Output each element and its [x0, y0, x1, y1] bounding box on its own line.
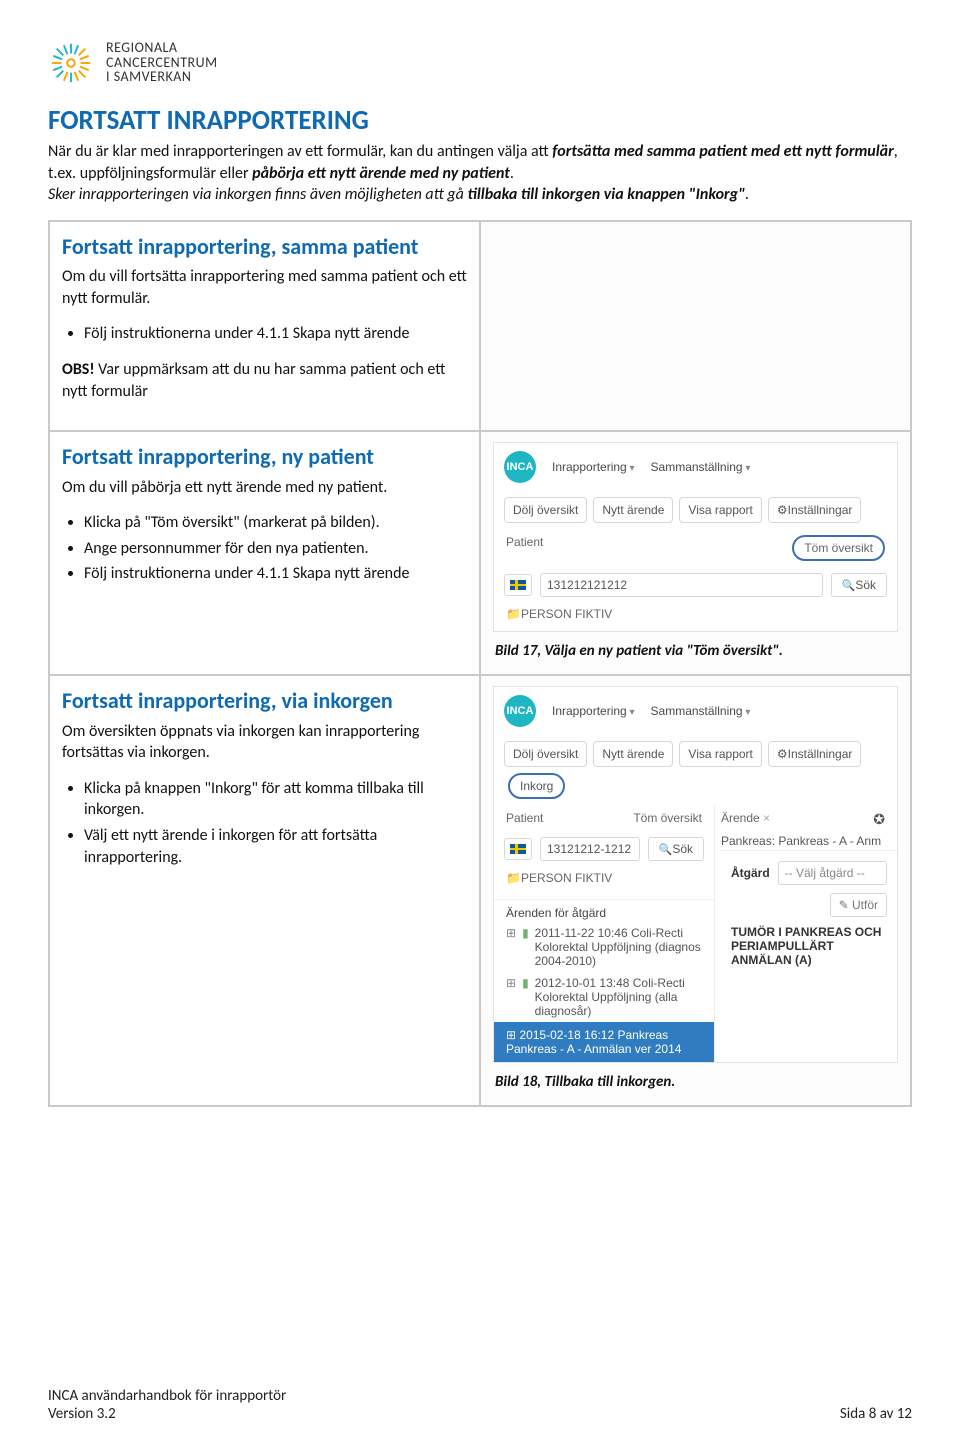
flag-se-icon[interactable]: [504, 838, 532, 860]
btn-inkorg-highlighted[interactable]: Inkorg: [508, 773, 565, 799]
expand-icon[interactable]: ⊞: [506, 976, 516, 990]
doc-icon: ▮: [522, 976, 529, 990]
label-patient: Patient: [506, 535, 543, 561]
section-body: Om du vill fortsätta inrapportering med …: [62, 266, 467, 309]
pnr-input[interactable]: 131212121212: [540, 573, 823, 597]
inca-logo-icon: INCA: [504, 451, 536, 483]
patient-name: PERSON FIKTIV: [494, 603, 897, 631]
btn-installningar[interactable]: Inställningar: [768, 741, 861, 767]
label-patient: Patient: [506, 811, 543, 825]
figure-caption: Bild 17, Välja en ny patient via "Töm öv…: [495, 642, 898, 660]
content-grid: Fortsatt inrapportering, samma patient O…: [48, 220, 912, 1107]
label-arende: Ärende ×: [721, 811, 770, 828]
atgard-label: Åtgärd: [731, 862, 770, 884]
bullet-list: Klicka på "Töm översikt" (markerat på bi…: [84, 512, 467, 585]
bullet-list: Följ instruktionerna under 4.1.1 Skapa n…: [84, 323, 467, 345]
figure-caption: Bild 18, Tillbaka till inkorgen.: [495, 1073, 898, 1091]
utfor-button[interactable]: ✎ Utför: [830, 893, 887, 917]
obs-note: OBS! Var uppmärksam att du nu har samma …: [62, 359, 467, 402]
arende-crumb: Pankreas: Pankreas - A - Anm: [721, 834, 897, 848]
btn-tom-oversikt[interactable]: Töm översikt: [633, 811, 702, 825]
sok-button[interactable]: Sök: [648, 837, 704, 861]
arende-item[interactable]: ⊞ ▮ 2011-11-22 10:46 Coli-Recti Kolorekt…: [494, 922, 714, 972]
expand-all-icon[interactable]: ✪: [873, 811, 885, 828]
list-item: Följ instruktionerna under 4.1.1 Skapa n…: [84, 563, 467, 585]
pnr-input[interactable]: 13121212-1212: [540, 837, 640, 861]
org-name-line: I SAMVERKAN: [106, 70, 218, 85]
arenden-heading: Ärenden för åtgärd: [494, 900, 714, 922]
btn-tom-oversikt-highlighted[interactable]: Töm översikt: [792, 535, 885, 561]
footer-doc-title: INCA användarhandbok för inrapportör: [48, 1387, 286, 1405]
btn-dolj-oversikt[interactable]: Dölj översikt: [504, 497, 587, 523]
inca-logo-icon: INCA: [504, 695, 536, 727]
list-item: Välj ett nytt ärende i inkorgen för att …: [84, 825, 467, 868]
btn-installningar[interactable]: Inställningar: [768, 497, 861, 523]
nav-inrapportering[interactable]: Inrapportering: [552, 704, 635, 718]
page-footer: INCA användarhandbok för inrapportör Ver…: [48, 1387, 912, 1423]
bullet-list: Klicka på knappen "Inkorg" för att komma…: [84, 778, 467, 868]
screenshot-bild-17: INCA Inrapportering Sammanställning Dölj…: [493, 442, 898, 632]
footer-version: Version 3.2: [48, 1405, 286, 1423]
footer-page-number: Sida 8 av 12: [840, 1405, 912, 1423]
section-body: Om översikten öppnats via inkorgen kan i…: [62, 721, 467, 764]
section-heading-via-inkorgen: Fortsatt inrapportering, via inkorgen: [62, 688, 467, 714]
section-heading-same-patient: Fortsatt inrapportering, samma patient: [62, 234, 467, 260]
list-item: Ange personnummer för den nya patienten.: [84, 538, 467, 560]
screenshot-bild-18: INCA Inrapportering Sammanställning Dölj…: [493, 686, 898, 1063]
btn-nytt-arende[interactable]: Nytt ärende: [593, 741, 673, 767]
list-item: Klicka på "Töm översikt" (markerat på bi…: [84, 512, 467, 534]
list-item: Klicka på knappen "Inkorg" för att komma…: [84, 778, 467, 821]
flag-se-icon[interactable]: [504, 574, 532, 596]
sok-button[interactable]: Sök: [831, 573, 887, 597]
patient-name: PERSON FIKTIV: [494, 867, 714, 895]
section-body: Om du vill påbörja ett nytt ärende med n…: [62, 477, 467, 499]
nav-sammanstallning[interactable]: Sammanställning: [651, 460, 751, 474]
btn-visa-rapport[interactable]: Visa rapport: [679, 741, 761, 767]
nav-inrapportering[interactable]: Inrapportering: [552, 460, 635, 474]
btn-visa-rapport[interactable]: Visa rapport: [679, 497, 761, 523]
org-name: REGIONALA CANCERCENTRUM I SAMVERKAN: [106, 41, 218, 85]
tumor-heading: TUMÖR I PANKREAS OCH PERIAMPULLÄRT ANMÄL…: [731, 921, 887, 971]
expand-icon[interactable]: ⊞: [506, 926, 516, 940]
sunburst-icon: [48, 40, 94, 86]
section-heading-new-patient: Fortsatt inrapportering, ny patient: [62, 444, 467, 470]
arende-item[interactable]: ⊞ ▮ 2012-10-01 13:48 Coli-Recti Kolorekt…: [494, 972, 714, 1022]
arende-item-selected[interactable]: ⊞ 2015-02-18 16:12 Pankreas Pankreas - A…: [494, 1022, 714, 1062]
btn-dolj-oversikt[interactable]: Dölj översikt: [504, 741, 587, 767]
nav-sammanstallning[interactable]: Sammanställning: [651, 704, 751, 718]
doc-icon: ▮: [522, 926, 529, 940]
list-item: Följ instruktionerna under 4.1.1 Skapa n…: [84, 323, 467, 345]
btn-nytt-arende[interactable]: Nytt ärende: [593, 497, 673, 523]
intro-paragraph: När du är klar med inrapporteringen av e…: [48, 141, 912, 206]
page-title: FORTSATT INRAPPORTERING: [48, 104, 912, 137]
atgard-select[interactable]: -- Välj åtgärd --: [778, 861, 887, 885]
org-logo: REGIONALA CANCERCENTRUM I SAMVERKAN: [48, 40, 912, 86]
